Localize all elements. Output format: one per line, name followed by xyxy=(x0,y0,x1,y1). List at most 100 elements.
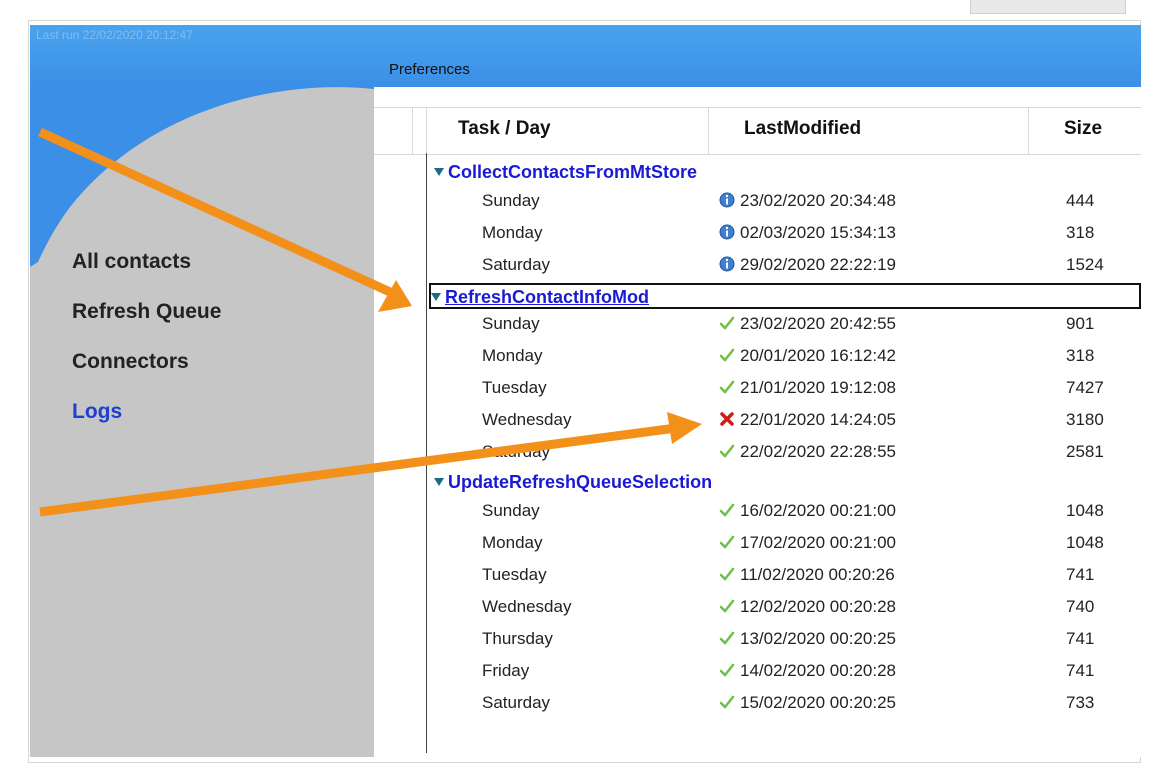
row-day: Sunday xyxy=(482,191,540,210)
row-size: 741 xyxy=(1066,661,1095,680)
row-size: 318 xyxy=(1066,346,1095,365)
info-icon xyxy=(719,192,735,208)
header-bar: Last run 22/02/2020 20:12:47 Preferences xyxy=(30,25,1141,87)
table-row[interactable]: Wednesday 22/01/2020 14:24:05 3180 xyxy=(374,406,1141,434)
checkmark-icon xyxy=(719,567,735,581)
checkmark-icon xyxy=(719,535,735,549)
table-row[interactable]: Tuesday 11/02/2020 00:20:26 741 xyxy=(374,561,1141,589)
task-group-row[interactable]: RefreshContactInfoMod xyxy=(429,283,1141,309)
row-day: Friday xyxy=(482,661,530,680)
row-last-modified: 02/03/2020 15:34:13 xyxy=(740,223,896,242)
row-last-modified: 23/02/2020 20:34:48 xyxy=(740,191,896,210)
checkmark-icon xyxy=(719,316,735,330)
table-row[interactable]: Tuesday 21/01/2020 19:12:08 7427 xyxy=(374,374,1141,402)
table-row[interactable]: Thursday 13/02/2020 00:20:25 741 xyxy=(374,625,1141,653)
checkmark-icon xyxy=(719,631,735,645)
task-group-row[interactable]: CollectContactsFromMtStore xyxy=(434,160,1141,186)
expand-triangle-icon[interactable] xyxy=(434,168,444,176)
row-last-modified: 14/02/2020 00:20:28 xyxy=(740,661,896,680)
column-header-size[interactable]: Size xyxy=(1064,118,1102,140)
table-row[interactable]: Saturday 29/02/2020 22:22:19 1524 xyxy=(374,251,1141,279)
row-day: Wednesday xyxy=(482,410,572,429)
table-row[interactable]: Saturday 22/02/2020 22:28:55 2581 xyxy=(374,438,1141,466)
row-day: Monday xyxy=(482,533,543,552)
table-row[interactable]: Sunday 23/02/2020 20:34:48 444 xyxy=(374,187,1141,215)
task-group-row[interactable]: UpdateRefreshQueueSelection xyxy=(434,470,1141,496)
row-day: Saturday xyxy=(482,255,551,274)
row-last-modified: 11/02/2020 00:20:26 xyxy=(740,565,895,584)
row-size: 318 xyxy=(1066,223,1095,242)
row-day: Sunday xyxy=(482,314,540,333)
table-row[interactable]: Friday 14/02/2020 00:20:28 741 xyxy=(374,657,1141,685)
checkmark-icon xyxy=(719,348,735,362)
top-button[interactable] xyxy=(970,0,1126,14)
row-size: 733 xyxy=(1066,693,1095,712)
task-group-name: CollectContactsFromMtStore xyxy=(448,162,698,182)
column-divider xyxy=(426,108,427,154)
row-last-modified: 17/02/2020 00:21:00 xyxy=(740,533,896,552)
sidebar-curve xyxy=(30,87,374,267)
checkmark-icon xyxy=(719,503,735,517)
column-divider xyxy=(412,108,413,154)
row-day: Wednesday xyxy=(482,597,572,616)
expand-triangle-icon[interactable] xyxy=(434,478,444,486)
info-icon xyxy=(719,224,735,240)
table-row[interactable]: Sunday 23/02/2020 20:42:55 901 xyxy=(374,310,1141,338)
sidebar-item-logs[interactable]: Logs xyxy=(72,400,122,424)
column-header-lastmodified[interactable]: LastModified xyxy=(744,118,861,140)
row-day: Saturday xyxy=(482,693,551,712)
row-day: Monday xyxy=(482,223,543,242)
table-row[interactable]: Monday 20/01/2020 16:12:42 318 xyxy=(374,342,1141,370)
row-last-modified: 29/02/2020 22:22:19 xyxy=(740,255,896,274)
row-size: 741 xyxy=(1066,629,1095,648)
row-size: 740 xyxy=(1066,597,1095,616)
row-day: Monday xyxy=(482,346,543,365)
row-size: 444 xyxy=(1066,191,1095,210)
column-divider xyxy=(1028,108,1029,154)
row-day: Tuesday xyxy=(482,565,547,584)
checkmark-icon xyxy=(719,663,735,677)
expand-triangle-icon[interactable] xyxy=(431,293,441,301)
checkmark-icon xyxy=(719,444,735,458)
row-last-modified: 21/01/2020 19:12:08 xyxy=(740,378,896,397)
sidebar: All contacts Refresh Queue Connectors Lo… xyxy=(30,87,374,757)
row-size: 1048 xyxy=(1066,533,1104,552)
error-x-icon xyxy=(720,412,734,426)
row-day: Tuesday xyxy=(482,378,547,397)
row-size: 901 xyxy=(1066,314,1095,333)
column-divider xyxy=(708,108,709,154)
sidebar-item-connectors[interactable]: Connectors xyxy=(72,350,189,374)
row-size: 3180 xyxy=(1066,410,1104,429)
task-group-name: RefreshContactInfoMod xyxy=(445,287,649,307)
table-row[interactable]: Sunday 16/02/2020 00:21:00 1048 xyxy=(374,497,1141,525)
row-day: Sunday xyxy=(482,501,540,520)
task-group-name: UpdateRefreshQueueSelection xyxy=(448,472,713,492)
checkmark-icon xyxy=(719,380,735,394)
row-last-modified: 23/02/2020 20:42:55 xyxy=(740,314,896,333)
preferences-title[interactable]: Preferences xyxy=(389,61,470,78)
row-last-modified: 12/02/2020 00:20:28 xyxy=(740,597,896,616)
row-last-modified: 13/02/2020 00:20:25 xyxy=(740,629,896,648)
sidebar-item-all-contacts[interactable]: All contacts xyxy=(72,250,191,274)
table-row[interactable]: Monday 02/03/2020 15:34:13 318 xyxy=(374,219,1141,247)
checkmark-icon xyxy=(719,599,735,613)
row-size: 1524 xyxy=(1066,255,1104,274)
table-row[interactable]: Wednesday 12/02/2020 00:20:28 740 xyxy=(374,593,1141,621)
info-icon xyxy=(719,256,735,272)
row-size: 1048 xyxy=(1066,501,1104,520)
sidebar-item-refresh-queue[interactable]: Refresh Queue xyxy=(72,300,221,324)
row-last-modified: 22/02/2020 22:28:55 xyxy=(740,442,896,461)
row-last-modified: 16/02/2020 00:21:00 xyxy=(740,501,896,520)
last-run-label: Last run 22/02/2020 20:12:47 xyxy=(36,28,193,42)
row-last-modified: 22/01/2020 14:24:05 xyxy=(740,410,896,429)
table-row[interactable]: Monday 17/02/2020 00:21:00 1048 xyxy=(374,529,1141,557)
table-row[interactable]: Saturday 15/02/2020 00:20:25 733 xyxy=(374,689,1141,717)
column-header-task[interactable]: Task / Day xyxy=(458,118,551,140)
row-last-modified: 15/02/2020 00:20:25 xyxy=(740,693,896,712)
grid-header: Task / Day LastModified Size xyxy=(374,107,1141,155)
log-grid: Task / Day LastModified Size CollectCont… xyxy=(374,87,1141,757)
row-size: 741 xyxy=(1066,565,1095,584)
checkmark-icon xyxy=(719,695,735,709)
row-day: Thursday xyxy=(482,629,553,648)
row-last-modified: 20/01/2020 16:12:42 xyxy=(740,346,896,365)
